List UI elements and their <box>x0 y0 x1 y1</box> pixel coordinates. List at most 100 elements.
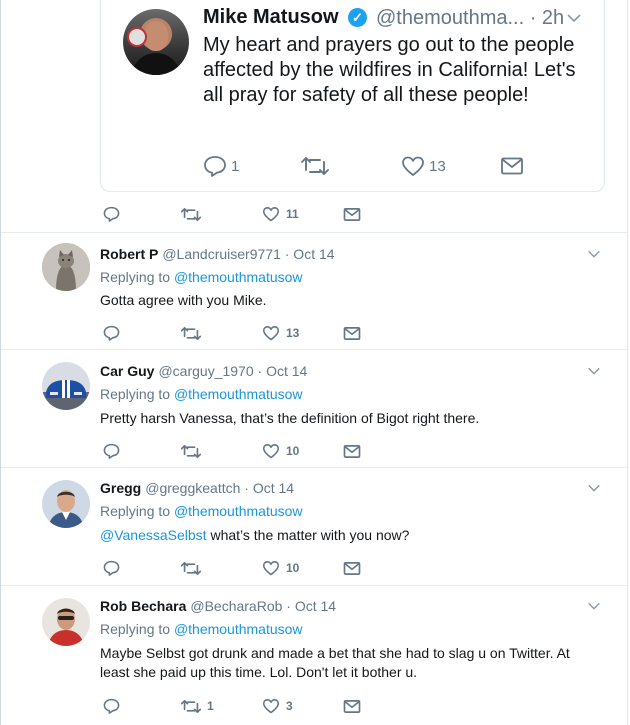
tweet-text: Gotta agree with you Mike. <box>100 291 590 310</box>
mention-link[interactable]: @VanessaSelbst <box>100 527 207 543</box>
retweet-button[interactable] <box>301 153 333 179</box>
retweet-icon <box>181 207 201 221</box>
reply-icon <box>103 325 120 341</box>
reply-button[interactable] <box>103 441 126 461</box>
replying-to-label: Replying to <box>100 621 171 637</box>
replying-to: Replying to @themouthmatusow <box>100 621 303 637</box>
retweet-icon <box>181 699 201 713</box>
chevron-down-icon[interactable] <box>587 599 601 613</box>
reply-header: Robert P @Landcruiser9771 · Oct 14 <box>100 246 335 262</box>
chevron-down-icon[interactable] <box>587 247 601 261</box>
direct-message-button[interactable] <box>343 558 361 578</box>
reply-icon <box>204 156 226 177</box>
envelope-icon <box>501 157 523 175</box>
like-button[interactable]: 11 <box>262 204 299 224</box>
tweet-text-body: Pretty harsh Vanessa, that’s the definit… <box>100 410 480 426</box>
tweet-text: Pretty harsh Vanessa, that’s the definit… <box>100 409 590 428</box>
reply-button[interactable] <box>103 323 126 343</box>
avatar[interactable] <box>42 598 90 646</box>
quoted-tweet-card[interactable]: Mike Matusow ✓ @themouthma... · 2h My he… <box>100 0 605 192</box>
reply-button[interactable] <box>103 204 126 224</box>
author-handle[interactable]: @Landcruiser9771 <box>162 246 281 262</box>
author-handle[interactable]: @carguy_1970 <box>158 363 253 379</box>
author-name[interactable]: Robert P <box>100 246 158 262</box>
tweet-date[interactable]: · Oct 14 <box>244 480 294 496</box>
quoted-tweet-actions: 1 13 <box>203 153 583 179</box>
like-button[interactable]: 3 <box>262 696 293 716</box>
reply-tweet[interactable]: Car Guy @carguy_1970 · Oct 14 Replying to… <box>0 350 627 467</box>
tweet-text: @VanessaSelbst what’s the matter with yo… <box>100 526 590 545</box>
replying-to-link[interactable]: @themouthmatusow <box>174 621 303 637</box>
reply-tweet[interactable]: Rob Bechara @BecharaRob · Oct 14 Replying… <box>0 586 627 725</box>
tweet-date[interactable]: · Oct 14 <box>286 598 336 614</box>
retweet-icon <box>181 444 201 458</box>
replying-to-label: Replying to <box>100 503 171 519</box>
direct-message-button[interactable] <box>343 323 361 343</box>
heart-icon <box>402 156 424 176</box>
replying-to-link[interactable]: @themouthmatusow <box>174 269 303 285</box>
retweet-button[interactable] <box>181 323 207 343</box>
avatar[interactable] <box>42 362 90 410</box>
reply-header: Rob Bechara @BecharaRob · Oct 14 <box>100 598 336 614</box>
direct-message-button[interactable] <box>500 153 524 179</box>
retweet-button[interactable] <box>181 558 207 578</box>
tweet-text-body: Gotta agree with you Mike. <box>100 292 267 308</box>
tweet-text: My heart and prayers go out to the peopl… <box>203 34 576 106</box>
like-button[interactable]: 13 <box>401 153 446 179</box>
chevron-down-icon[interactable] <box>566 10 582 26</box>
like-count: 3 <box>286 699 293 713</box>
author-name[interactable]: Gregg <box>100 480 141 496</box>
direct-message-button[interactable] <box>343 441 361 461</box>
reply-icon <box>103 560 120 576</box>
chevron-down-icon[interactable] <box>587 481 601 495</box>
envelope-icon <box>343 699 361 713</box>
replying-to-label: Replying to <box>100 386 171 402</box>
replying-to-link[interactable]: @themouthmatusow <box>174 503 303 519</box>
reply-header: Gregg @greggkeattch · Oct 14 <box>100 480 294 496</box>
retweet-button[interactable] <box>181 441 207 461</box>
replying-to-label: Replying to <box>100 269 171 285</box>
retweet-button[interactable] <box>181 204 207 224</box>
retweet-button[interactable]: 1 <box>181 696 214 716</box>
reply-icon <box>103 206 120 222</box>
like-count: 13 <box>286 326 300 340</box>
like-button[interactable]: 10 <box>262 441 299 461</box>
author-handle-time[interactable]: @themouthma... · 2h <box>376 7 566 30</box>
replying-to: Replying to @themouthmatusow <box>100 503 303 519</box>
author-name[interactable]: Mike Matusow <box>203 6 339 29</box>
avatar[interactable] <box>42 480 90 528</box>
tweet-date[interactable]: · Oct 14 <box>258 363 308 379</box>
tweet-text-body: Maybe Selbst got drunk and made a bet th… <box>100 645 570 680</box>
author-name[interactable]: Car Guy <box>100 363 154 379</box>
author-handle[interactable]: @greggkeattch <box>145 480 240 496</box>
chevron-down-icon[interactable] <box>587 364 601 378</box>
reply-tweet[interactable]: Robert P @Landcruiser9771 · Oct 14 Replyi… <box>0 233 627 349</box>
like-button[interactable]: 13 <box>262 323 299 343</box>
like-count: 10 <box>286 561 300 575</box>
reply-tweet[interactable]: Gregg @greggkeattch · Oct 14 Replying to … <box>0 468 627 585</box>
retweet-icon <box>181 561 201 575</box>
envelope-icon <box>343 207 361 221</box>
tweet-date[interactable]: · Oct 14 <box>285 246 335 262</box>
avatar[interactable] <box>42 243 90 291</box>
direct-message-button[interactable] <box>343 204 361 224</box>
reply-button[interactable] <box>103 558 126 578</box>
right-border <box>627 0 628 725</box>
retweet-count: 1 <box>207 699 214 713</box>
avatar[interactable] <box>123 9 189 75</box>
envelope-icon <box>343 561 361 575</box>
like-button[interactable]: 10 <box>262 558 299 578</box>
author-handle[interactable]: @BecharaRob <box>190 598 282 614</box>
reply-button[interactable] <box>103 696 126 716</box>
heart-icon <box>262 561 280 576</box>
person-photo <box>42 480 90 528</box>
replying-to: Replying to @themouthmatusow <box>100 386 303 402</box>
replying-to-link[interactable]: @themouthmatusow <box>174 386 303 402</box>
tweet-text: Maybe Selbst got drunk and made a bet th… <box>100 644 590 682</box>
direct-message-button[interactable] <box>343 696 361 716</box>
reply-icon <box>103 443 120 459</box>
reply-button[interactable]: 1 <box>203 153 239 179</box>
author-name[interactable]: Rob Bechara <box>100 598 186 614</box>
retweet-icon <box>181 326 201 340</box>
person-photo <box>42 598 90 646</box>
